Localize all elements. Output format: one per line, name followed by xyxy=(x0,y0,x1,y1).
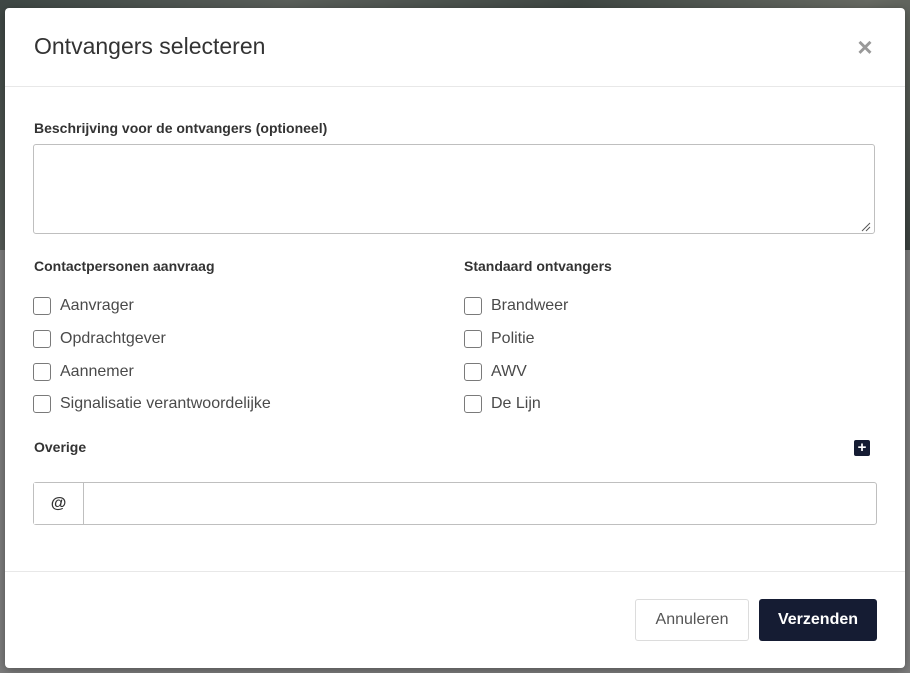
checkbox-label: Aannemer xyxy=(60,363,134,380)
checkbox-box[interactable] xyxy=(33,297,51,315)
checkbox-label: Signalisatie verantwoordelijke xyxy=(60,395,271,412)
standard-recipients-label: Standaard ontvangers xyxy=(464,258,612,274)
send-button[interactable]: Verzenden xyxy=(759,599,877,641)
checkbox-box[interactable] xyxy=(464,330,482,348)
checkbox-box[interactable] xyxy=(464,297,482,315)
checkbox-brandweer[interactable]: Brandweer xyxy=(464,296,568,316)
checkbox-box[interactable] xyxy=(464,395,482,413)
description-label: Beschrijving voor de ontvangers (optione… xyxy=(34,120,328,136)
modal-header: Ontvangers selecteren × xyxy=(5,8,905,87)
other-email-group: @ xyxy=(33,482,877,525)
other-email-input[interactable] xyxy=(84,483,874,524)
checkbox-politie[interactable]: Politie xyxy=(464,329,535,349)
description-textarea[interactable] xyxy=(33,144,875,234)
checkbox-label: Opdrachtgever xyxy=(60,330,166,347)
other-label: Overige xyxy=(34,439,87,455)
close-icon[interactable]: × xyxy=(853,34,877,60)
recipients-modal: Ontvangers selecteren × Beschrijving voo… xyxy=(5,8,905,668)
checkbox-label: Politie xyxy=(491,330,535,347)
checkbox-aannemer[interactable]: Aannemer xyxy=(33,362,134,382)
checkbox-label: Aanvrager xyxy=(60,297,134,314)
checkbox-label: Brandweer xyxy=(491,297,569,314)
at-sign-addon: @ xyxy=(34,483,84,524)
contact-persons-label: Contactpersonen aanvraag xyxy=(34,258,215,274)
checkbox-opdrachtgever[interactable]: Opdrachtgever xyxy=(33,329,166,349)
checkbox-aanvrager[interactable]: Aanvrager xyxy=(33,296,134,316)
modal-title: Ontvangers selecteren xyxy=(34,33,266,59)
resize-grip-icon[interactable] xyxy=(861,222,871,232)
plus-square-icon[interactable]: + xyxy=(854,440,870,456)
checkbox-de-lijn[interactable]: De Lijn xyxy=(464,394,541,414)
checkbox-box[interactable] xyxy=(33,395,51,413)
checkbox-box[interactable] xyxy=(33,330,51,348)
checkbox-box[interactable] xyxy=(33,363,51,381)
checkbox-signalisatie[interactable]: Signalisatie verantwoordelijke xyxy=(33,394,271,414)
checkbox-label: De Lijn xyxy=(491,395,541,412)
checkbox-box[interactable] xyxy=(464,363,482,381)
cancel-button[interactable]: Annuleren xyxy=(635,599,749,641)
checkbox-label: AWV xyxy=(491,363,527,380)
checkbox-awv[interactable]: AWV xyxy=(464,362,527,382)
